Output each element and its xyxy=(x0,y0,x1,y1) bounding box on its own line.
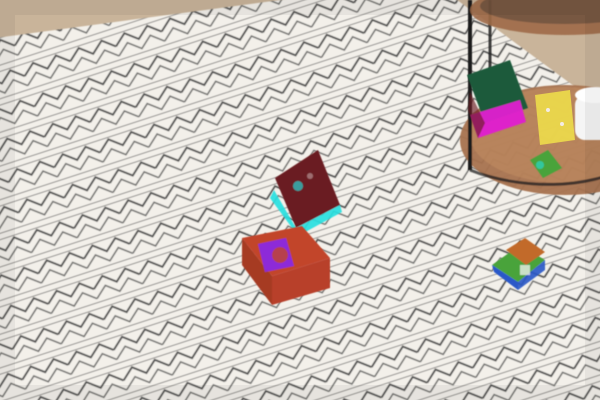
table-item xyxy=(535,90,575,145)
scene-image xyxy=(0,0,600,400)
